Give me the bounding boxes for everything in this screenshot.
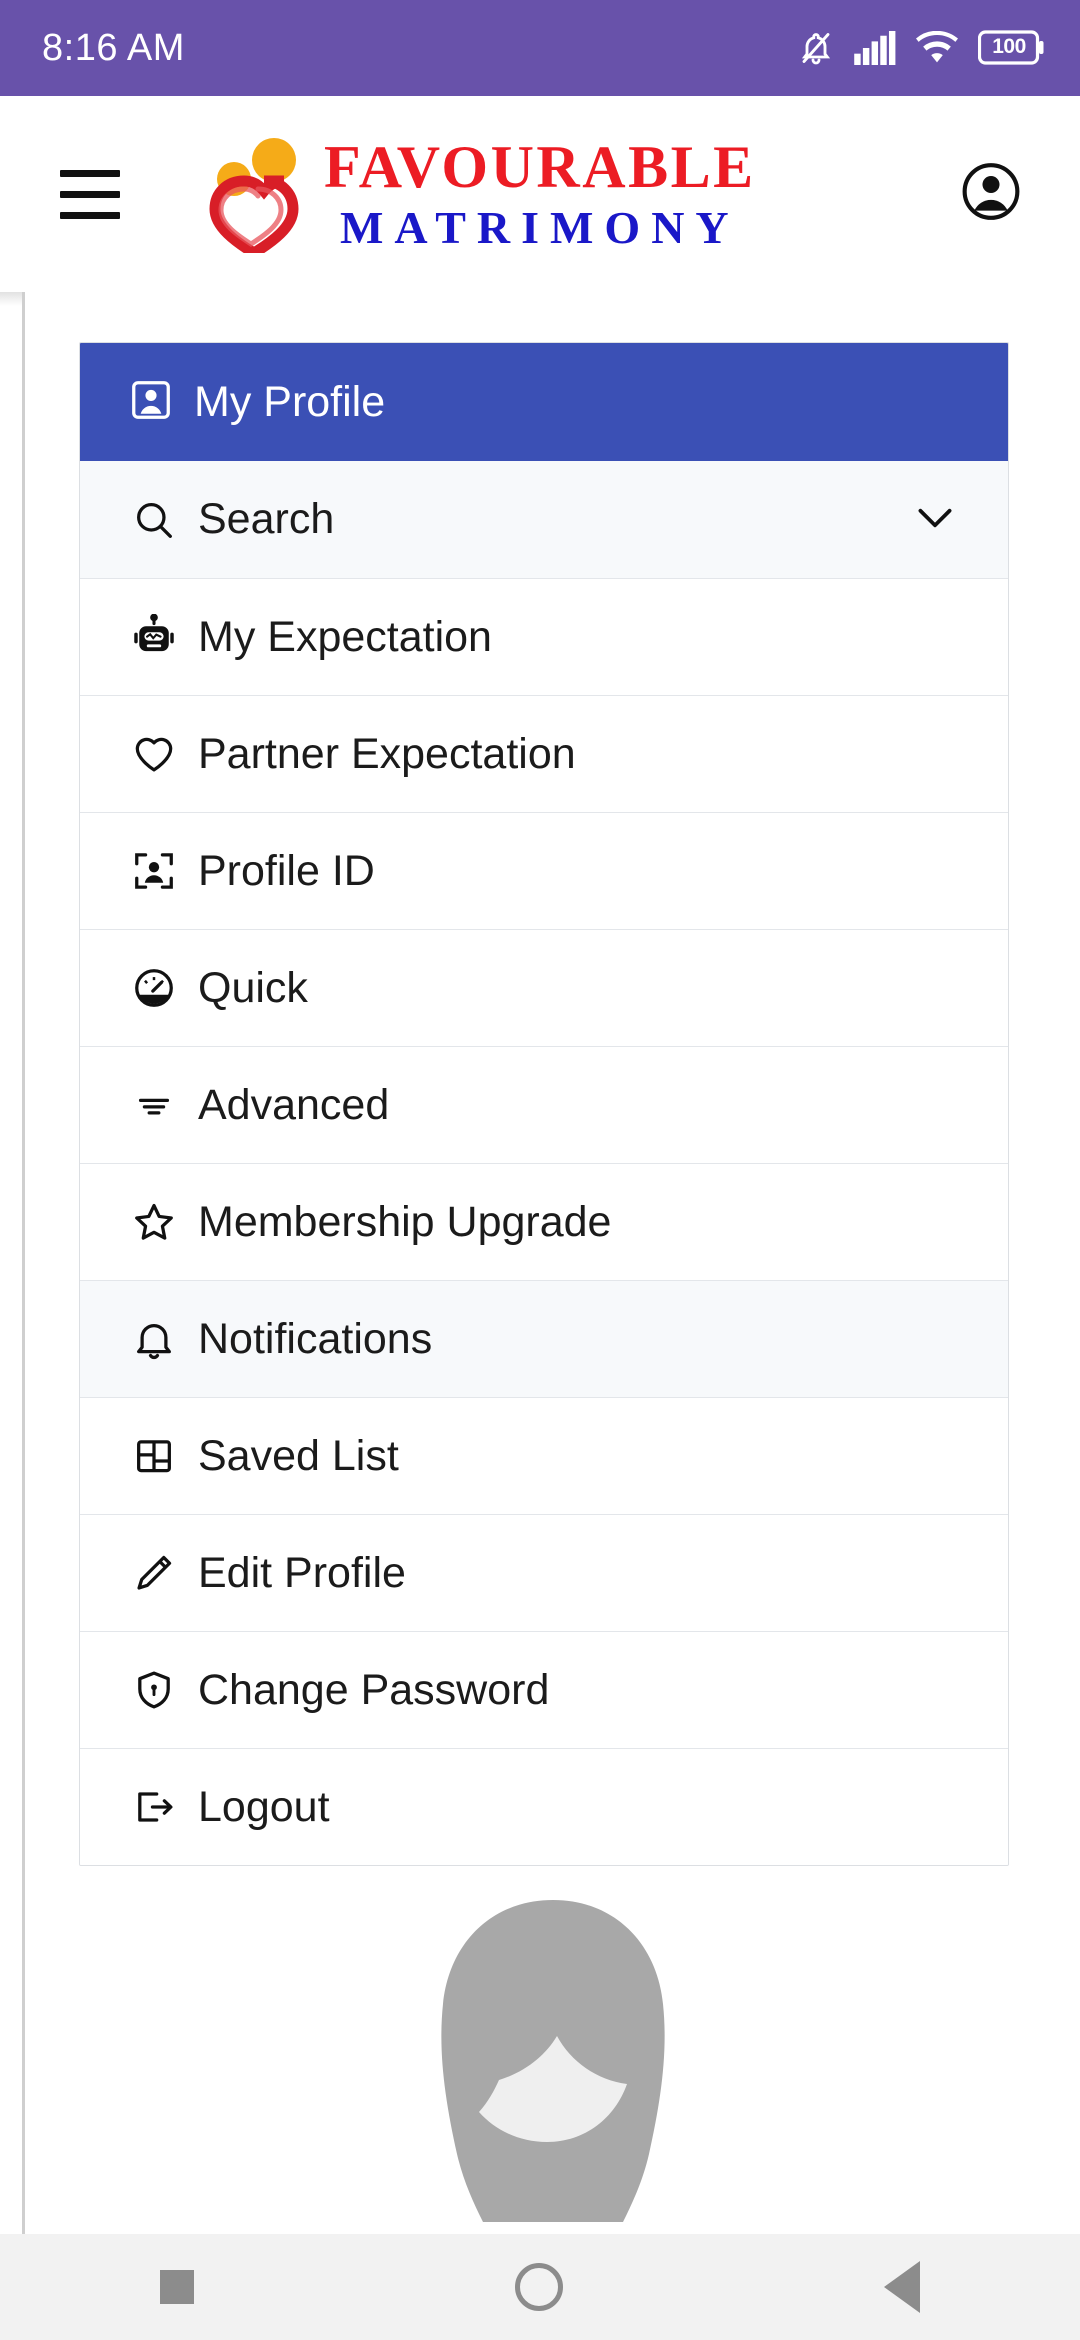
avatar-placeholder <box>25 1892 1080 2222</box>
menu-item-label: Edit Profile <box>198 1548 406 1597</box>
menu-item-logout[interactable]: Logout <box>80 1748 1008 1865</box>
profile-menu-card: My Profile Search My Expectation Partner… <box>79 342 1009 1866</box>
menu-item-label: Advanced <box>198 1080 390 1129</box>
heart-outline-icon <box>128 731 180 777</box>
star-outline-icon <box>128 1199 180 1245</box>
account-circle-icon[interactable] <box>960 161 1022 228</box>
logout-icon <box>128 1784 180 1830</box>
signal-bars-icon <box>854 31 896 65</box>
menu-item-partner-expectation[interactable]: Partner Expectation <box>80 695 1008 812</box>
menu-item-label: Notifications <box>198 1314 433 1363</box>
menu-item-label: Partner Expectation <box>198 729 576 778</box>
phone-screen: 8:16 AM 100 FAVOURABLE MATRIMONY My Prof… <box>0 0 1080 2340</box>
battery-icon: 100 <box>978 30 1044 66</box>
menu-item-label: Quick <box>198 963 308 1012</box>
menu-item-profile-id[interactable]: Profile ID <box>80 812 1008 929</box>
back-button[interactable] <box>883 2261 920 2313</box>
menu-item-saved-list[interactable]: Saved List <box>80 1397 1008 1514</box>
menu-item-advanced[interactable]: Advanced <box>80 1046 1008 1163</box>
home-button[interactable] <box>514 2263 563 2311</box>
menu-item-label: Membership Upgrade <box>198 1197 612 1246</box>
battery-level-text: 100 <box>992 35 1026 58</box>
logo-line-favourable: FAVOURABLE <box>324 134 756 200</box>
account-box-icon <box>128 377 174 428</box>
logo-wordmark: FAVOURABLE MATRIMONY <box>324 137 756 251</box>
speedometer-icon <box>128 965 180 1011</box>
android-navigation-bar <box>0 2234 1080 2340</box>
menu-item-my-expectation[interactable]: My Expectation <box>80 578 1008 695</box>
chevron-down-icon[interactable] <box>910 492 960 547</box>
menu-header-label: My Profile <box>194 377 386 426</box>
bell-icon <box>128 1316 180 1362</box>
menu-item-label: Logout <box>198 1782 330 1831</box>
search-icon <box>128 497 180 543</box>
dashboard-grid-icon <box>128 1433 180 1479</box>
content-surface: My Profile Search My Expectation Partner… <box>22 292 1080 2234</box>
menu-item-membership-upgrade[interactable]: Membership Upgrade <box>80 1163 1008 1280</box>
menu-item-quick[interactable]: Quick <box>80 929 1008 1046</box>
menu-header-my-profile[interactable]: My Profile <box>80 343 1008 461</box>
menu-item-label: Profile ID <box>198 846 375 895</box>
menu-item-change-password[interactable]: Change Password <box>80 1631 1008 1748</box>
menu-item-label: Change Password <box>198 1665 550 1714</box>
heart-people-logo-icon <box>190 135 318 260</box>
page-content: My Profile Search My Expectation Partner… <box>0 292 1080 2234</box>
menu-item-label: Saved List <box>198 1431 399 1480</box>
app-logo[interactable]: FAVOURABLE MATRIMONY <box>190 135 756 260</box>
menu-item-label: My Expectation <box>198 612 492 661</box>
pencil-icon <box>128 1550 180 1596</box>
robot-icon <box>128 614 180 660</box>
status-bar: 8:16 AM 100 <box>0 0 1080 96</box>
menu-item-notifications[interactable]: Notifications <box>80 1280 1008 1397</box>
recents-button[interactable] <box>160 2270 195 2304</box>
status-bar-icons: 100 <box>798 28 1044 68</box>
menu-item-edit-profile[interactable]: Edit Profile <box>80 1514 1008 1631</box>
status-bar-clock: 8:16 AM <box>42 26 185 69</box>
logo-line-matrimony: MATRIMONY <box>339 202 740 253</box>
menu-item-search[interactable]: Search <box>80 461 1008 578</box>
person-scan-icon <box>128 848 180 894</box>
menu-item-search-label: Search <box>198 495 335 543</box>
shield-lock-icon <box>128 1667 180 1713</box>
bell-muted-icon <box>798 28 834 68</box>
app-header: FAVOURABLE MATRIMONY <box>0 96 1080 292</box>
hamburger-menu-icon[interactable] <box>60 169 120 219</box>
wifi-icon <box>916 31 958 65</box>
filter-lines-icon <box>128 1082 180 1128</box>
